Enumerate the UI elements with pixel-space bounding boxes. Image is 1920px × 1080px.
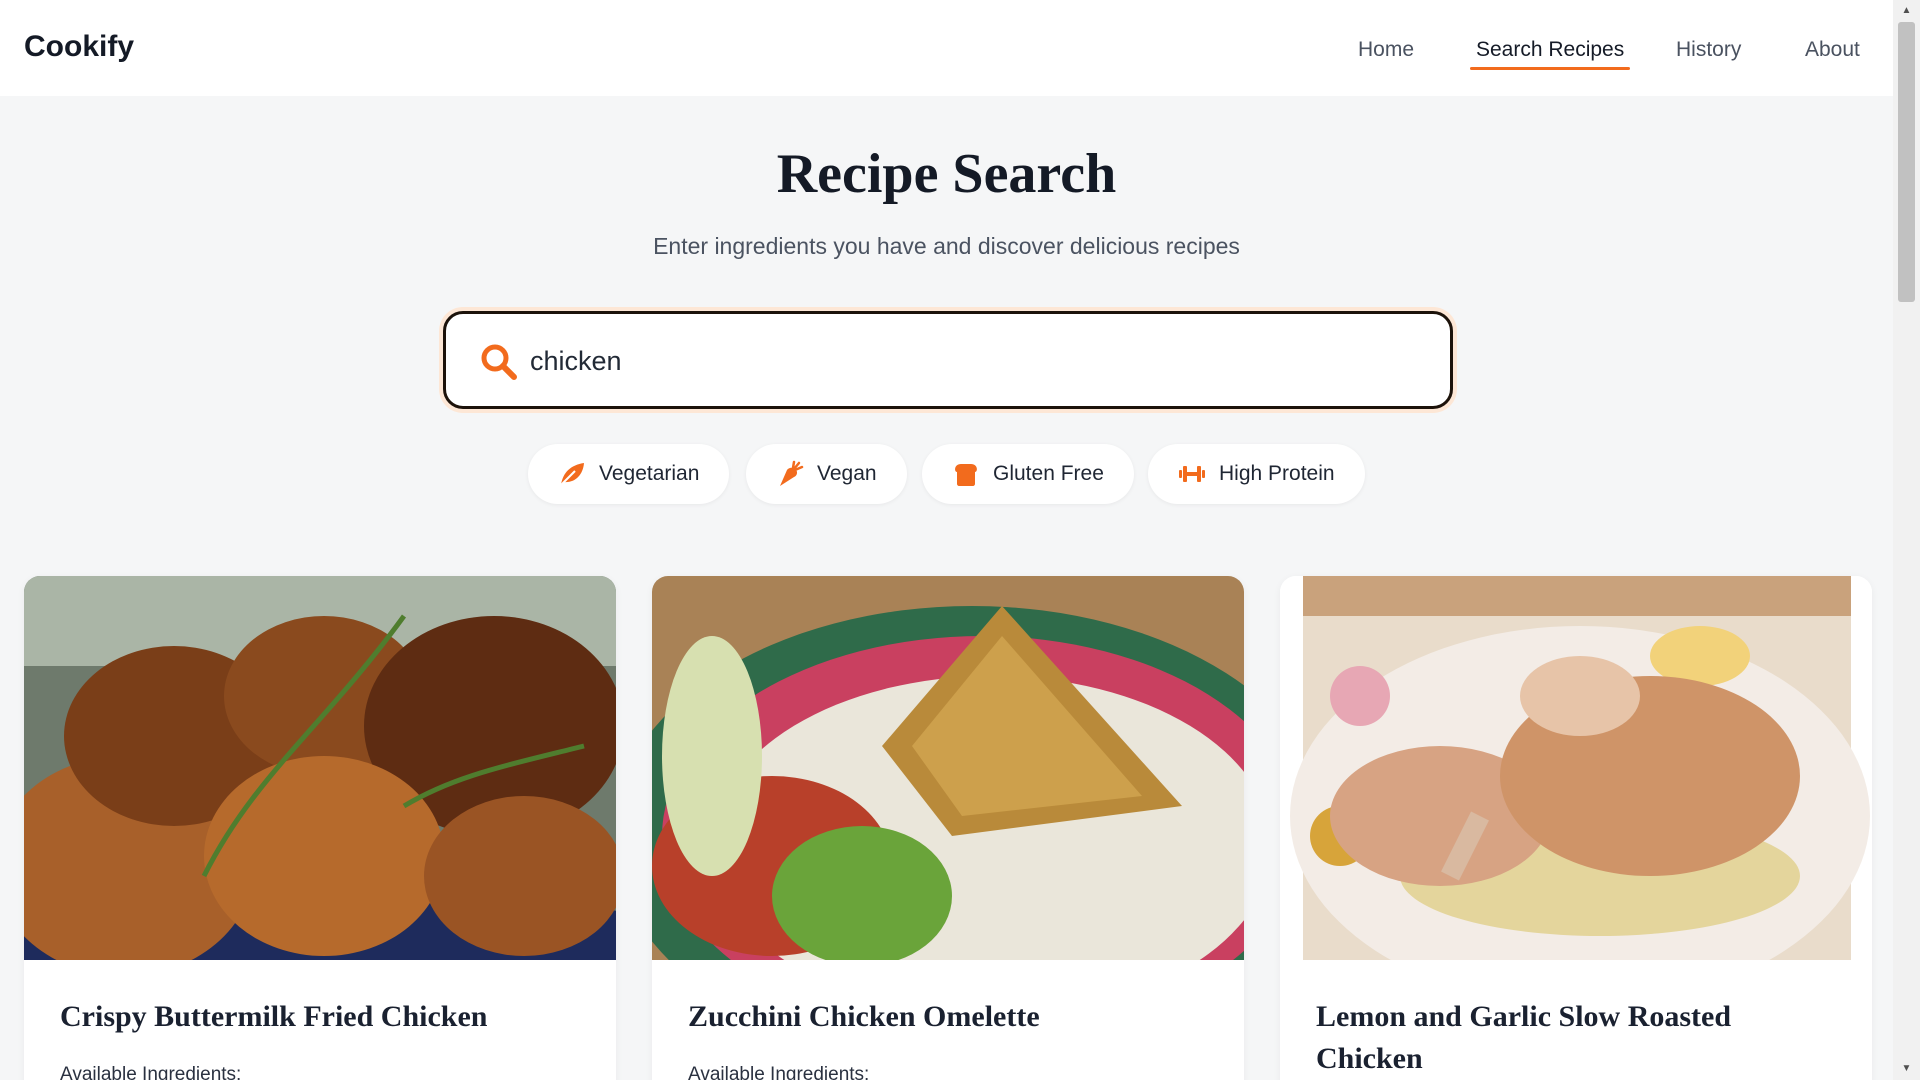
page-subtitle: Enter ingredients you have and discover … — [653, 233, 1240, 259]
page-title: Recipe Search — [776, 143, 1117, 205]
recipe-card[interactable]: Crispy Buttermilk Fried Chicken Availabl… — [24, 576, 616, 1080]
page-scrollbar[interactable]: ▲ ▼ — [1893, 0, 1920, 1080]
filter-vegetarian[interactable]: Vegetarian — [528, 444, 730, 504]
filter-gluten-free[interactable]: Gluten Free — [922, 444, 1134, 504]
recipe-image[interactable] — [1280, 576, 1872, 960]
recipe-image[interactable] — [24, 576, 616, 960]
filter-high-protein[interactable]: High Protein — [1148, 444, 1365, 504]
scroll-thumb[interactable] — [1898, 22, 1915, 302]
scroll-up-arrow-icon[interactable]: ▲ — [1893, 0, 1920, 22]
nav-item-about[interactable]: About — [1805, 38, 1860, 62]
recipe-title[interactable]: Zucchini Chicken Omelette — [688, 996, 1208, 1038]
top-navbar: Cookify Home Search Recipes History Abou… — [0, 0, 1893, 96]
scroll-down-arrow-icon[interactable]: ▼ — [1893, 1058, 1920, 1080]
recipe-title[interactable]: Lemon and Garlic Slow Roasted Chicken — [1316, 996, 1836, 1080]
ingredients-label: Available Ingredients: — [60, 1064, 242, 1080]
bread-icon — [955, 464, 977, 486]
nav-item-search-recipes[interactable]: Search Recipes — [1470, 38, 1631, 70]
search-box[interactable] — [443, 311, 1453, 409]
recipe-card[interactable]: Lemon and Garlic Slow Roasted Chicken — [1280, 576, 1872, 1080]
filter-label: High Protein — [1219, 462, 1335, 485]
search-icon — [481, 344, 517, 380]
filter-label: Vegan — [817, 462, 877, 485]
filter-vegan[interactable]: Vegan — [746, 444, 907, 504]
recipe-image[interactable] — [652, 576, 1244, 960]
ingredients-label: Available Ingredients: — [688, 1064, 870, 1080]
recipe-title[interactable]: Crispy Buttermilk Fried Chicken — [60, 996, 580, 1038]
nav-item-home[interactable]: Home — [1358, 38, 1414, 62]
carrot-icon — [780, 460, 804, 486]
filter-label: Vegetarian — [599, 462, 700, 485]
search-input[interactable] — [530, 341, 1410, 381]
active-nav-indicator — [1470, 67, 1631, 70]
brand-logo[interactable]: Cookify — [24, 30, 134, 64]
leaf-icon — [560, 463, 584, 486]
nav-item-label: Search Recipes — [1476, 38, 1625, 61]
recipe-card[interactable]: Zucchini Chicken Omelette Available Ingr… — [652, 576, 1244, 1080]
nav-item-history[interactable]: History — [1676, 38, 1741, 62]
filter-label: Gluten Free — [993, 462, 1104, 485]
dumbbell-icon — [1179, 466, 1205, 482]
